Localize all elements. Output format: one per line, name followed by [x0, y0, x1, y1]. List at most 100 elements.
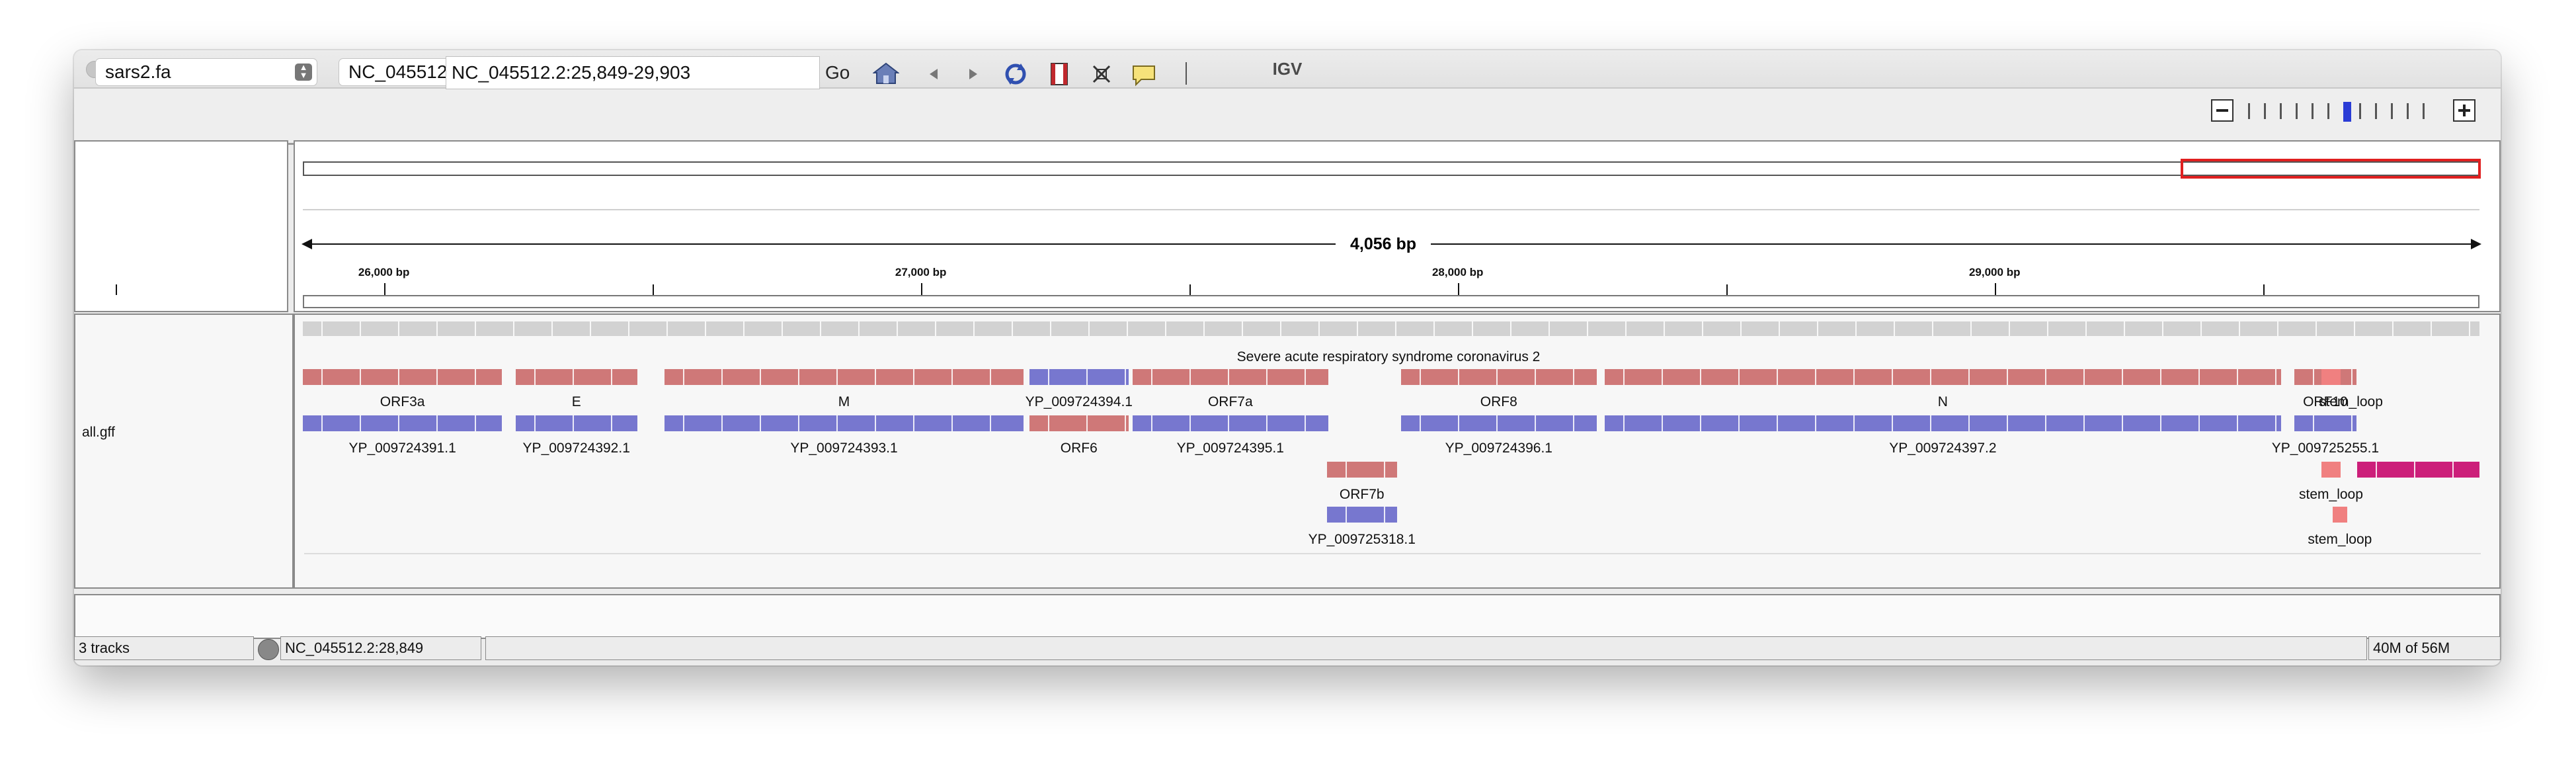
region-of-interest-icon[interactable] — [1046, 61, 1072, 87]
feature-label: stem_loop — [2308, 532, 2372, 547]
status-position: NC_045512.2:28,849 — [280, 636, 481, 660]
ruler-major-tick — [383, 283, 385, 295]
feature-stem_loop[interactable] — [2332, 507, 2348, 523]
fit-to-window-icon[interactable] — [1088, 61, 1115, 87]
status-message — [485, 636, 2367, 660]
feature-gene[interactable] — [1029, 415, 1129, 431]
back-icon[interactable] — [920, 61, 947, 87]
zoom-level-tick[interactable] — [2264, 103, 2266, 119]
zoom-level-tick[interactable] — [2296, 103, 2298, 119]
zoom-level-tick[interactable] — [2375, 103, 2377, 119]
feature-partial[interactable] — [2356, 462, 2479, 478]
feature-label: YP_009724397.2 — [1889, 441, 1997, 456]
feature-cds[interactable] — [303, 415, 503, 431]
feature-label: ORF8 — [1480, 394, 1517, 409]
track-bottom-line — [304, 553, 2481, 554]
feature-label: ORF7b — [1339, 487, 1385, 502]
genome-dropdown[interactable]: sars2.fa ▲ ▼ — [95, 58, 317, 86]
feature-label: YP_009725318.1 — [1308, 532, 1416, 547]
ruler-minor-tick — [1189, 284, 1191, 295]
status-track-count: 3 tracks — [74, 636, 254, 660]
popup-info-icon[interactable] — [1131, 61, 1157, 87]
ruler-major-tick — [920, 283, 922, 295]
feature-label: YP_009724394.1 — [1025, 394, 1133, 409]
feature-label: N — [1937, 394, 1948, 409]
zoom-out-icon[interactable] — [2211, 99, 2234, 122]
feature-cds[interactable] — [2294, 415, 2357, 431]
feature-label: stem_loop — [2299, 487, 2363, 502]
refresh-icon[interactable] — [1002, 61, 1029, 87]
zoom-level-tick[interactable] — [2327, 103, 2329, 119]
feature-label: ORF7a — [1207, 394, 1253, 409]
zoom-level-tick[interactable] — [2423, 103, 2425, 119]
ruler-box — [303, 295, 2479, 308]
header-name-panel — [74, 140, 288, 312]
toolbar — [74, 89, 2501, 145]
arrow-right-icon — [2471, 239, 2481, 249]
feature-label: YP_009725255.1 — [2271, 441, 2380, 456]
arrow-left-icon — [302, 239, 312, 249]
feature-gene[interactable] — [1326, 462, 1397, 478]
feature-gene[interactable] — [664, 369, 1024, 385]
go-button[interactable]: Go — [825, 58, 850, 87]
zoom-level-tick[interactable] — [2407, 103, 2409, 119]
track-name-panel: all.gff — [74, 314, 294, 589]
feature-gene[interactable] — [1605, 369, 2281, 385]
home-icon[interactable] — [873, 61, 899, 87]
feature-cds[interactable] — [1605, 415, 2281, 431]
chromosome-ideogram[interactable] — [303, 161, 2479, 176]
feature-cds[interactable] — [1132, 415, 1328, 431]
genome-value: sars2.fa — [105, 62, 171, 82]
region-feature[interactable] — [303, 321, 2479, 336]
feature-stem_loop[interactable] — [2321, 462, 2341, 478]
feature-cds[interactable] — [664, 415, 1024, 431]
status-indicator-icon — [258, 639, 279, 660]
region-feature-label: Severe acute respiratory syndrome corona… — [1236, 349, 1541, 364]
feature-cds[interactable] — [1326, 507, 1397, 523]
feature-label: E — [571, 394, 581, 409]
feature-label: M — [838, 394, 850, 409]
track-name-all-gff[interactable]: all.gff — [82, 425, 115, 441]
feature-cds[interactable] — [1400, 415, 1597, 431]
lower-panel — [74, 594, 2501, 639]
feature-cds[interactable] — [515, 415, 637, 431]
ruler-span-label: 4,056 bp — [1336, 233, 1431, 255]
forward-icon[interactable] — [960, 61, 986, 87]
ruler-minor-tick — [115, 284, 117, 295]
ruler-tick-label: 29,000 bp — [1968, 266, 2021, 278]
ruler-minor-tick — [2263, 284, 2265, 295]
feature-label: YP_009724396.1 — [1445, 441, 1552, 456]
feature-label: YP_009724393.1 — [790, 441, 898, 456]
zoom-in-icon[interactable] — [2453, 99, 2475, 122]
zoom-current-level[interactable] — [2343, 102, 2351, 122]
feature-label: ORF3a — [380, 394, 425, 409]
ruler-tick-label: 27,000 bp — [895, 266, 947, 278]
feature-cds[interactable] — [1029, 369, 1129, 385]
feature-label: ORF6 — [1060, 441, 1098, 456]
ruler-tick-label: 28,000 bp — [1431, 266, 1484, 278]
zoom-level-tick[interactable] — [2359, 103, 2361, 119]
zoom-level-tick[interactable] — [2391, 103, 2393, 119]
feature-label: YP_009724392.1 — [522, 441, 630, 456]
toolbar-separator — [1186, 62, 1187, 85]
locus-input[interactable] — [446, 56, 820, 89]
feature-gene[interactable] — [1132, 369, 1328, 385]
divider — [303, 209, 2479, 210]
zoom-level-tick[interactable] — [2248, 103, 2250, 119]
status-memory: 40M of 56M — [2368, 636, 2501, 660]
feature-gene[interactable] — [515, 369, 637, 385]
feature-label: stem_loop — [2319, 394, 2383, 409]
feature-gene[interactable] — [1400, 369, 1597, 385]
feature-label: YP_009724391.1 — [348, 441, 456, 456]
ruler-tick-label: 26,000 bp — [358, 266, 410, 278]
feature-label: YP_009724395.1 — [1176, 441, 1284, 456]
zoom-level-tick[interactable] — [2312, 103, 2314, 119]
ideogram-current-region[interactable] — [2181, 159, 2481, 179]
feature-stem_loop[interactable] — [2321, 369, 2341, 385]
chevron-updown-icon: ▲▼ — [295, 63, 312, 81]
ruler-major-tick — [1994, 283, 1996, 295]
zoom-level-tick[interactable] — [2280, 103, 2282, 119]
feature-gene[interactable] — [303, 369, 503, 385]
ruler-major-tick — [1457, 283, 1459, 295]
ruler-minor-tick — [1726, 284, 1728, 295]
